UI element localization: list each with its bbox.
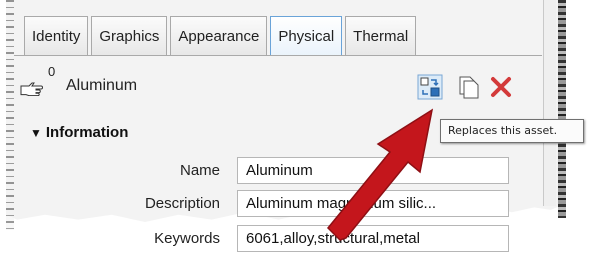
information-section-header[interactable]: ▼ Information	[30, 124, 128, 141]
tab-physical[interactable]: Physical	[270, 16, 343, 56]
name-field[interactable]: Aluminum	[237, 157, 509, 184]
tab-identity[interactable]: Identity	[24, 16, 89, 56]
tab-thermal[interactable]: Thermal	[345, 16, 417, 56]
description-label: Description	[144, 195, 220, 212]
collapse-triangle-icon: ▼	[30, 126, 42, 140]
asset-usage-count: 0	[48, 64, 56, 79]
torn-edge-right	[558, 0, 566, 218]
name-label: Name	[179, 162, 220, 179]
tab-divider	[14, 55, 542, 56]
keywords-label: Keywords	[154, 230, 220, 247]
vertical-scrollbar[interactable]	[543, 0, 556, 206]
asset-header: 0 Aluminum	[14, 64, 542, 106]
torn-edge-left	[6, 0, 14, 230]
tab-graphics[interactable]: Graphics	[91, 16, 168, 56]
description-field[interactable]: Aluminum magnesium silic...	[237, 190, 509, 217]
duplicate-asset-icon	[459, 76, 479, 99]
replace-asset-icon	[417, 74, 443, 100]
hand-icon	[20, 82, 43, 96]
tooltip: Replaces this asset.	[440, 119, 584, 143]
tab-bar: Identity Graphics Appearance Physical Th…	[24, 16, 417, 56]
replace-asset-button[interactable]	[417, 74, 443, 100]
information-title: Information	[45, 124, 129, 141]
delete-asset-button[interactable]	[488, 74, 514, 100]
keywords-field[interactable]: 6061,alloy,structural,metal	[237, 225, 509, 252]
delete-asset-icon	[491, 77, 511, 97]
tab-appearance[interactable]: Appearance	[170, 16, 268, 56]
duplicate-asset-button[interactable]	[455, 74, 481, 100]
asset-name: Aluminum	[66, 77, 138, 94]
